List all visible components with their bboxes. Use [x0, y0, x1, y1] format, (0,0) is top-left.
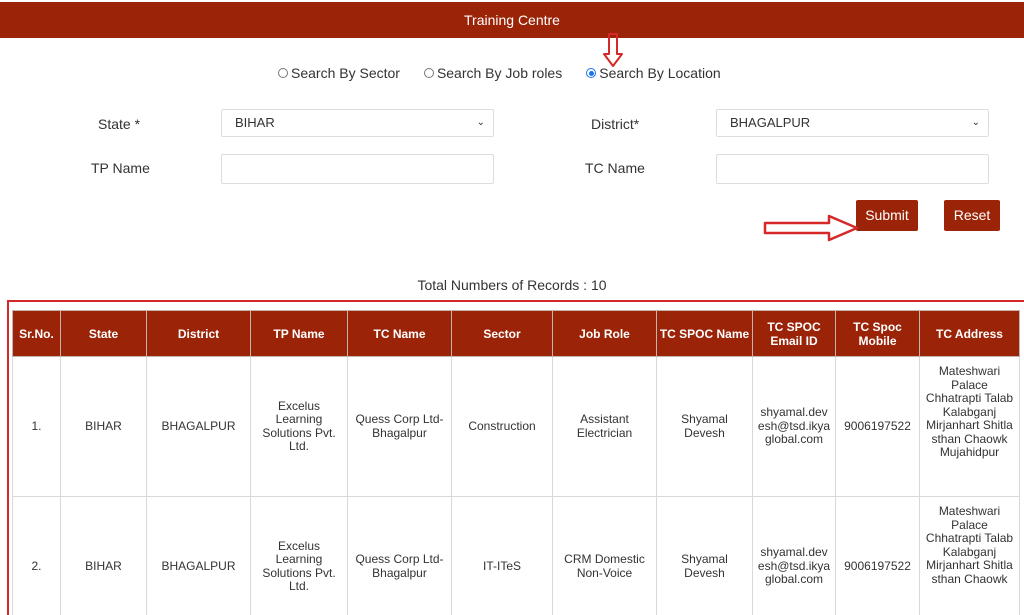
column-header: TC Spoc Mobile — [835, 310, 920, 357]
cell-tp-name: Excelus Learning Solutions Pvt. Ltd. — [250, 356, 348, 497]
cell-address: Mateshwari Palace Chhatrapti Talab Kalab… — [919, 356, 1020, 497]
page-header: Training Centre — [0, 2, 1024, 38]
radio-button-selected[interactable] — [586, 68, 597, 78]
cell-state: BIHAR — [60, 496, 147, 615]
right-arrow-annotation-icon — [763, 214, 859, 242]
cell-spoc-mobile: 9006197522 — [835, 356, 920, 497]
cell-spoc-mobile: 9006197522 — [835, 496, 920, 615]
cell-spoc-email: shyamal.devesh@tsd.ikyaglobal.com — [752, 496, 836, 615]
cell-spoc-name: Shyamal Devesh — [656, 356, 753, 497]
cell-spoc-email: shyamal.devesh@tsd.ikyaglobal.com — [752, 356, 836, 497]
cell-district: BHAGALPUR — [146, 356, 251, 497]
submit-button[interactable]: Submit — [856, 200, 918, 231]
radio-search-by-sector[interactable]: Search By Sector — [278, 65, 400, 81]
column-header: Job Role — [552, 310, 657, 357]
page-title: Training Centre — [464, 12, 560, 28]
column-header: Sector — [451, 310, 553, 357]
column-header: District — [146, 310, 251, 357]
cell-job-role: Assistant Electrician — [552, 356, 657, 497]
training-centre-table: Sr.No. State District TP Name TC Name Se… — [12, 310, 1020, 615]
radio-label: Search By Job roles — [436, 65, 563, 81]
cell-sr-no: 2. — [12, 496, 61, 615]
state-select-value: BIHAR — [235, 115, 275, 130]
radio-button[interactable] — [278, 68, 288, 78]
radio-search-by-location[interactable]: Search By Location — [586, 65, 721, 81]
table-row: 2. BIHAR BHAGALPUR Excelus Learning Solu… — [12, 496, 1020, 615]
column-header: TC Address — [919, 310, 1020, 357]
tc-name-input[interactable] — [716, 154, 989, 184]
column-header: TC SPOC Name — [656, 310, 753, 357]
district-select[interactable]: BHAGALPUR ⌄ — [716, 109, 989, 137]
column-header: TC SPOC Email ID — [752, 310, 836, 357]
district-select-value: BHAGALPUR — [730, 115, 811, 130]
radio-label: Search By Sector — [291, 65, 400, 81]
radio-label: Search By Location — [599, 65, 721, 81]
reset-button[interactable]: Reset — [944, 200, 1000, 231]
table-row: 1. BIHAR BHAGALPUR Excelus Learning Solu… — [12, 356, 1020, 497]
chevron-down-icon: ⌄ — [971, 117, 980, 128]
column-header: State — [60, 310, 147, 357]
cell-sector: Construction — [451, 356, 553, 497]
district-label: District* — [591, 116, 640, 132]
radio-button[interactable] — [423, 68, 434, 78]
tp-name-label: TP Name — [91, 160, 150, 176]
chevron-down-icon: ⌄ — [476, 117, 485, 128]
tp-name-input[interactable] — [221, 154, 494, 184]
cell-address: Mateshwari Palace Chhatrapti Talab Kalab… — [919, 496, 1020, 615]
cell-tp-name: Excelus Learning Solutions Pvt. Ltd. — [250, 496, 348, 615]
cell-sector: IT-ITeS — [451, 496, 553, 615]
cell-state: BIHAR — [60, 356, 147, 497]
column-header: Sr.No. — [12, 310, 61, 357]
search-type-radio-group: Search By Sector Search By Job roles Sea… — [278, 65, 721, 81]
records-count: Total Numbers of Records : 10 — [417, 277, 607, 293]
down-arrow-annotation-icon — [603, 33, 623, 67]
table-header-row: Sr.No. State District TP Name TC Name Se… — [12, 310, 1020, 357]
tc-name-label: TC Name — [585, 160, 645, 176]
column-header: TP Name — [250, 310, 348, 357]
state-label: State * — [98, 116, 141, 132]
cell-tc-name: Quess Corp Ltd- Bhagalpur — [347, 496, 452, 615]
cell-job-role: CRM Domestic Non-Voice — [552, 496, 657, 615]
state-select[interactable]: BIHAR ⌄ — [221, 109, 494, 137]
cell-tc-name: Quess Corp Ltd- Bhagalpur — [347, 356, 452, 497]
cell-sr-no: 1. — [12, 356, 61, 497]
cell-spoc-name: Shyamal Devesh — [656, 496, 753, 615]
column-header: TC Name — [347, 310, 452, 357]
radio-search-by-job-roles[interactable]: Search By Job roles — [423, 65, 563, 81]
cell-district: BHAGALPUR — [146, 496, 251, 615]
